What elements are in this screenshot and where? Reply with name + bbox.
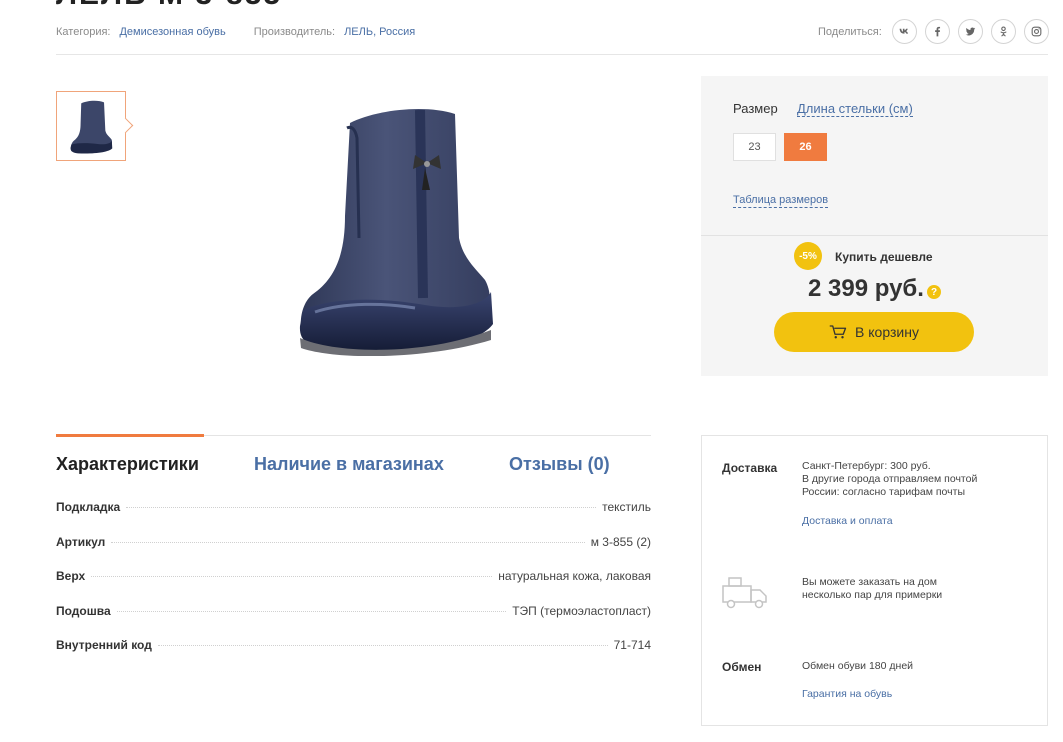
spec-key: Внутренний код <box>56 638 152 652</box>
delivery-other-cities: В другие города отправляем почтой <box>802 473 978 485</box>
panel-divider <box>701 235 1048 236</box>
size-label: Размер <box>733 101 778 116</box>
size-option-26-selected[interactable]: 26 <box>784 133 827 161</box>
tab-reviews[interactable]: Отзывы (0) <box>509 454 610 475</box>
price: 2 399 руб. <box>808 275 924 302</box>
tab-characteristics[interactable]: Характеристики <box>56 454 199 475</box>
spec-row: Подошва ТЭП (термоэластопласт) <box>56 604 651 639</box>
maker-link[interactable]: ЛЕЛЬ, Россия <box>344 26 415 38</box>
fitting-line-2: несколько пар для примерки <box>802 589 943 601</box>
spec-value: натуральная кожа, лаковая <box>498 569 651 583</box>
spec-leader <box>116 610 507 612</box>
spec-value: 71-714 <box>613 638 651 652</box>
size-option-23[interactable]: 23 <box>733 133 776 161</box>
cart-icon <box>829 325 847 339</box>
share-label: Поделиться: <box>818 25 882 38</box>
spec-leader <box>91 576 493 577</box>
buy-cheaper-link[interactable]: Купить дешевле <box>835 250 933 264</box>
thumbnail[interactable] <box>56 91 126 161</box>
add-to-cart-label: В корзину <box>855 324 919 340</box>
instagram-icon[interactable] <box>1023 19 1049 44</box>
spec-key: Подкладка <box>56 500 121 514</box>
exchange-text: Обмен обуви 180 дней <box>802 660 914 672</box>
spec-value: текстиль <box>602 500 651 514</box>
share-bar: Поделиться: <box>818 19 1057 44</box>
spec-leader <box>157 645 608 646</box>
category: Категория: Демисезонная обувь <box>56 26 226 38</box>
delivery-box: Доставка Санкт-Петербург: 300 руб. В дру… <box>701 435 1048 726</box>
maker-label: Производитель: <box>253 26 336 38</box>
warranty-link[interactable]: Гарантия на обувь <box>802 688 892 700</box>
size-table-link[interactable]: Таблица размеров <box>733 194 829 208</box>
spec-key: Подошва <box>56 603 111 618</box>
odnoklassniki-icon[interactable] <box>990 19 1016 44</box>
spec-value: ТЭП (термоэластопласт) <box>512 603 651 618</box>
spec-leader <box>126 507 597 508</box>
maker: Производитель: ЛЕЛЬ, Россия <box>254 26 416 38</box>
vk-icon[interactable] <box>891 19 917 44</box>
category-link[interactable]: Демисезонная обувь <box>119 26 225 38</box>
spec-key: Верх <box>56 569 86 583</box>
spec-row: Внутренний код 71-714 <box>56 638 651 673</box>
facebook-icon[interactable] <box>924 19 950 44</box>
thumbnail-boot-image <box>70 100 113 154</box>
delivery-payment-link[interactable]: Доставка и оплата <box>802 515 893 527</box>
delivery-heading: Доставка <box>722 461 778 475</box>
price-help-icon[interactable]: ? <box>927 285 941 299</box>
header-divider <box>56 54 1048 55</box>
spec-row: Подкладка текстиль <box>56 500 651 535</box>
category-label: Категория: <box>56 26 111 38</box>
product-title: ЛЕЛЬ М 3-855 <box>56 0 282 12</box>
product-photo <box>299 108 493 356</box>
delivery-spb: Санкт-Петербург: 300 руб. <box>802 460 931 472</box>
exchange-heading: Обмен <box>722 660 762 674</box>
fitting-line-1: Вы можете заказать на дом <box>802 576 937 588</box>
buy-panel: Размер Длина стельки (см) 23 26 Таблица … <box>701 76 1048 376</box>
spec-value: м 3-855 (2) <box>590 534 651 549</box>
spec-key: Артикул <box>56 534 106 549</box>
delivery-russia: России: согласно тарифам почты <box>802 486 965 498</box>
add-to-cart-button[interactable]: В корзину <box>774 312 974 352</box>
specs-table: Подкладка текстиль Артикул м 3-855 (2) Вер… <box>56 500 651 673</box>
tab-store-availability[interactable]: Наличие в магазинах <box>254 454 444 475</box>
spec-row: Верх натуральная кожа, лаковая <box>56 569 651 604</box>
product-meta: Категория: Демисезонная обувь Производите… <box>56 26 415 38</box>
spec-leader <box>111 541 585 543</box>
discount-badge: -5% <box>794 242 822 270</box>
truck-icon <box>722 577 767 609</box>
twitter-icon[interactable] <box>957 19 983 44</box>
insole-length-toggle[interactable]: Длина стельки (см) <box>797 101 913 117</box>
active-tab-indicator <box>56 434 204 437</box>
spec-row: Артикул м 3-855 (2) <box>56 535 651 570</box>
